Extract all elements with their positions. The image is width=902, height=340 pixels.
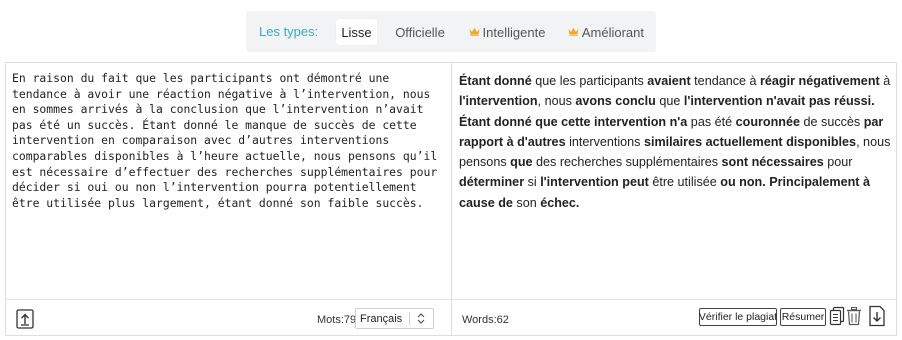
- changed-phrase[interactable]: l'intervention n'avait pas réussi.: [684, 94, 875, 108]
- check-plagiarism-label: Vérifier le plagiat: [698, 311, 778, 323]
- language-select-value: Français: [360, 313, 403, 325]
- changed-phrase[interactable]: l'intervention: [459, 94, 538, 108]
- mode-label: Les types:: [259, 24, 319, 39]
- changed-phrase[interactable]: couronnée: [736, 115, 800, 129]
- changed-phrase[interactable]: avons conclu: [575, 94, 655, 108]
- check-plagiarism-button[interactable]: Vérifier le plagiat: [699, 308, 777, 326]
- footer-divider: [6, 299, 896, 300]
- unchanged-phrase: à: [879, 74, 891, 88]
- tab-intelligente-label: Intelligente: [482, 24, 546, 40]
- unchanged-phrase: interventions: [565, 134, 644, 149]
- unchanged-phrase: que les participants: [531, 74, 648, 88]
- trash-icon[interactable]: [846, 306, 862, 326]
- copy-icon[interactable]: [829, 306, 845, 326]
- tab-lisse[interactable]: Lisse: [336, 19, 377, 45]
- crown-icon: [568, 27, 579, 36]
- editor-panels: En raison du fait que les participants o…: [5, 62, 897, 336]
- output-word-count: Words:62: [462, 314, 509, 326]
- unchanged-phrase: des recherches supplémentaires: [532, 155, 722, 170]
- changed-phrase[interactable]: déterminer: [459, 175, 524, 189]
- unchanged-phrase: , nous: [537, 94, 576, 109]
- changed-phrase[interactable]: échec.: [540, 196, 579, 210]
- changed-phrase[interactable]: réagir négativement: [760, 74, 880, 88]
- unchanged-phrase: que: [655, 94, 684, 109]
- unchanged-phrase: si: [524, 175, 541, 190]
- changed-phrase[interactable]: avaient: [647, 74, 690, 88]
- mode-selector: Les types: Lisse Officielle Intelligente…: [246, 11, 656, 52]
- changed-phrase[interactable]: Étant donné que cette intervention n'a: [459, 115, 687, 129]
- unchanged-phrase: pas été: [687, 114, 736, 129]
- unchanged-phrase: être utilisée: [648, 175, 721, 190]
- tab-officielle[interactable]: Officielle: [391, 19, 449, 45]
- language-select[interactable]: Français: [355, 308, 434, 329]
- unchanged-phrase: tendance à: [690, 74, 761, 88]
- unchanged-phrase: pour: [823, 155, 853, 170]
- select-separator: [409, 312, 410, 325]
- unchanged-phrase: son: [512, 195, 541, 210]
- changed-phrase[interactable]: sont nécessaires: [722, 155, 824, 169]
- changed-phrase[interactable]: Étant donné: [459, 74, 532, 88]
- output-text: Étant donné que les participants avaient…: [459, 71, 891, 213]
- changed-phrase[interactable]: similaires actuellement disponibles: [644, 135, 856, 149]
- summarize-label: Résumer: [781, 311, 825, 323]
- changed-phrase[interactable]: que: [510, 155, 532, 169]
- tab-intelligente[interactable]: Intelligente: [468, 19, 546, 45]
- summarize-button[interactable]: Résumer: [780, 308, 826, 326]
- input-textarea[interactable]: En raison du fait que les participants o…: [12, 71, 446, 211]
- tab-ameliorant[interactable]: Améliorant: [568, 19, 644, 45]
- unchanged-phrase: de succès: [800, 114, 864, 129]
- panel-divider: [451, 63, 452, 335]
- download-icon[interactable]: [868, 305, 886, 327]
- upload-icon[interactable]: [16, 309, 34, 329]
- tab-officielle-label: Officielle: [395, 24, 445, 40]
- tab-ameliorant-label: Améliorant: [581, 24, 644, 40]
- input-word-count: Mots:79: [317, 314, 357, 326]
- crown-icon: [469, 27, 480, 36]
- tab-lisse-label: Lisse: [341, 24, 372, 40]
- chevron-updown-icon: [417, 313, 425, 324]
- changed-phrase[interactable]: l'intervention peut: [540, 175, 649, 189]
